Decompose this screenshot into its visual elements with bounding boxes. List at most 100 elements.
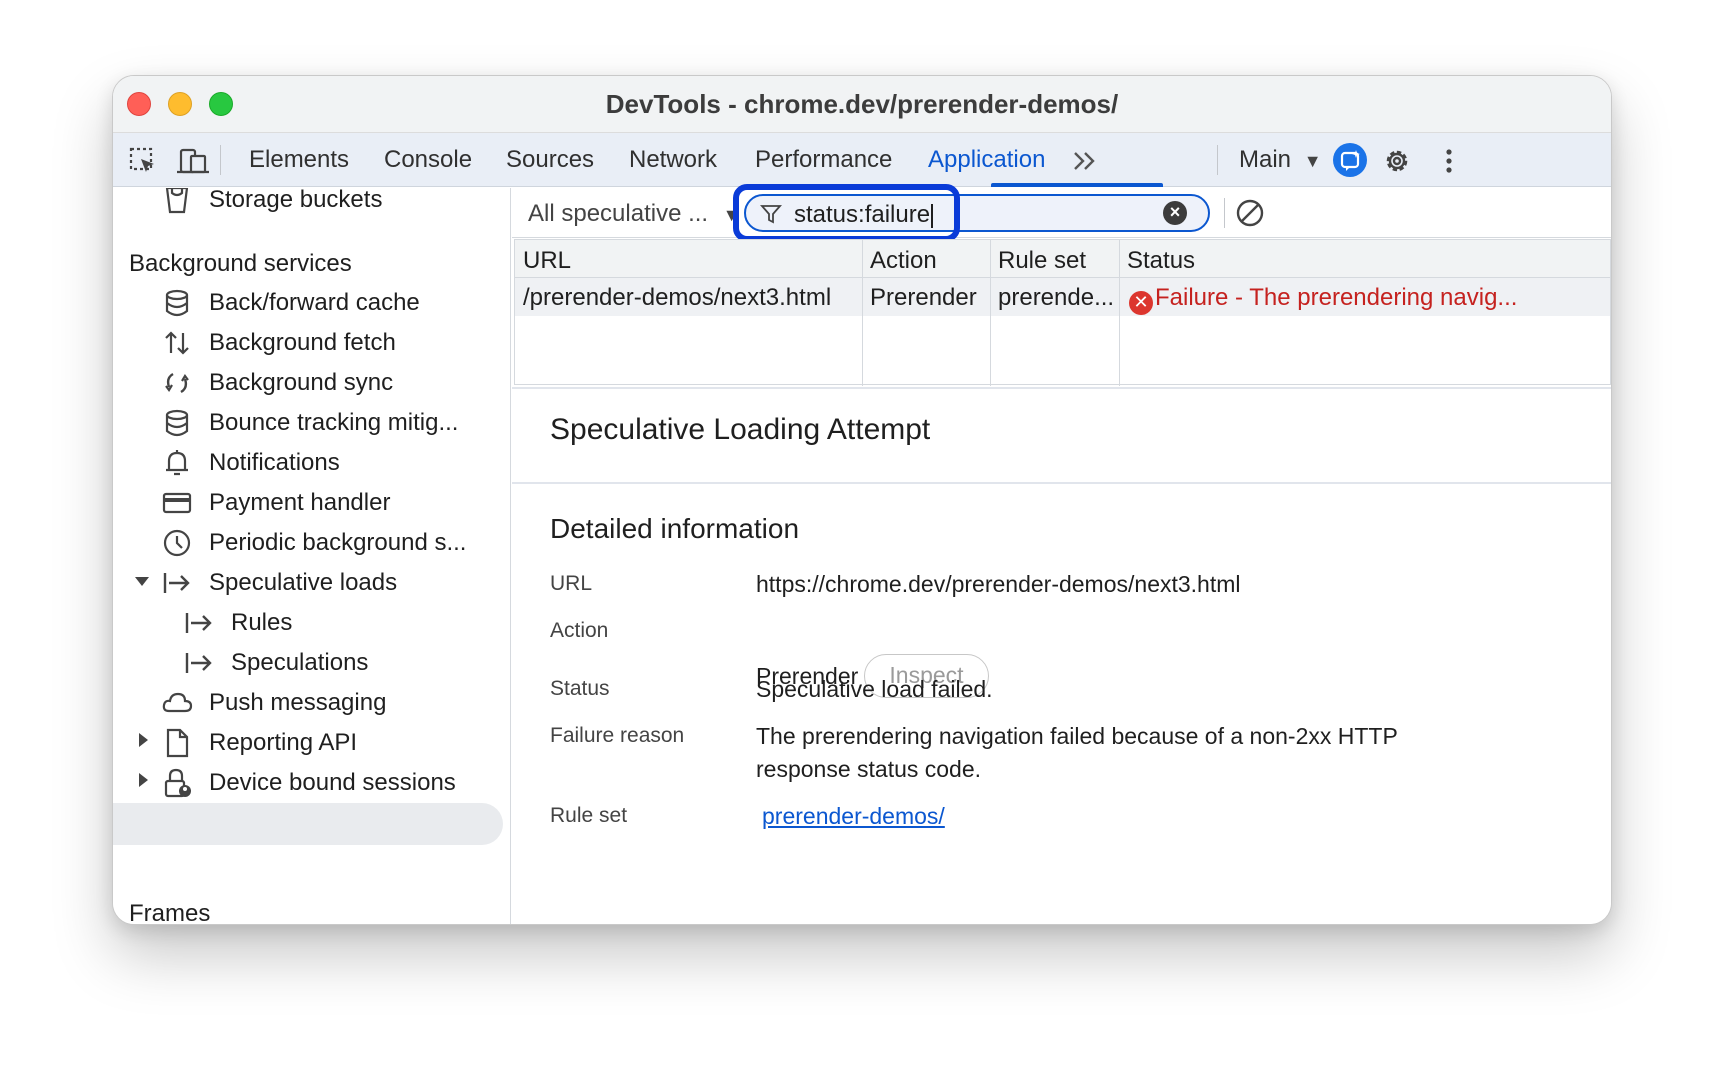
application-sidebar: Storage buckets Background services Back… [113, 188, 511, 924]
dropdown-label: All speculative ... [528, 200, 709, 227]
clear-all-block-icon[interactable] [1234, 197, 1266, 229]
toolbar-divider [1224, 198, 1225, 228]
column-header-action[interactable]: Action [870, 247, 937, 275]
filter-toolbar: All speculative ... ▼ status:failure × [512, 184, 1611, 242]
collapsed-caret-icon[interactable] [139, 773, 148, 787]
context-label: Main [1239, 146, 1292, 173]
sync-icon [165, 372, 189, 394]
sidebar-item-back-forward-cache[interactable]: Back/forward cache [161, 283, 501, 323]
sidebar-item-push-messaging[interactable]: Push messaging [161, 683, 501, 723]
sidebar-item-label: Device bound sessions [209, 769, 456, 796]
lock-icon [164, 768, 191, 798]
sidebar-item-label: Back/forward cache [209, 289, 420, 316]
background-services-heading: Background services [129, 250, 352, 277]
tab-network[interactable]: Network [629, 146, 717, 174]
more-options-icon[interactable] [1433, 145, 1465, 177]
cloud-icon [162, 692, 193, 713]
sidebar-item-reporting-api[interactable]: Reporting API [161, 723, 501, 763]
column-divider[interactable] [862, 240, 863, 386]
bucket-icon [165, 188, 189, 214]
database-icon [165, 289, 189, 317]
sidebar-item-speculations[interactable]: Speculations [183, 643, 501, 683]
status-label: Status [550, 677, 610, 700]
cell-rule-set: prerende... [998, 284, 1115, 311]
collapsed-caret-icon[interactable] [139, 733, 148, 747]
document-icon [166, 728, 189, 758]
cell-status: ✕ Failure - The prerendering navig... [1129, 284, 1609, 315]
gear-icon[interactable] [1381, 145, 1413, 177]
cell-action: Prerender [870, 284, 977, 311]
expanded-caret-icon[interactable] [135, 577, 149, 586]
tab-elements[interactable]: Elements [249, 146, 349, 174]
sidebar-item-background-sync[interactable]: Background sync [161, 363, 501, 403]
window-title: DevTools - chrome.dev/prerender-demos/ [605, 89, 1119, 119]
sidebar-item-rules[interactable]: Rules [183, 603, 501, 643]
sidebar-item-label: Speculations [231, 649, 369, 676]
cell-url: /prerender-demos/next3.html [523, 284, 832, 311]
toolbar-divider [220, 145, 221, 175]
column-header-status[interactable]: Status [1127, 247, 1195, 275]
chevron-down-icon: ▼ [1303, 151, 1322, 171]
inspect-element-icon[interactable] [127, 145, 159, 177]
tab-sources[interactable]: Sources [506, 146, 594, 174]
title-bar: DevTools - chrome.dev/prerender-demos/ [113, 76, 1611, 133]
arrow-right-bar-icon [163, 573, 190, 593]
sidebar-item-notifications[interactable]: Notifications [161, 443, 501, 483]
annotation-highlight [733, 184, 960, 242]
url-label: URL [550, 572, 593, 595]
speculation-type-dropdown[interactable]: All speculative ... ▼ [528, 200, 741, 228]
speculations-table: URL Action Rule set Status /prerender-de… [514, 239, 1611, 386]
toolbar-divider [1217, 145, 1218, 175]
selected-row-highlight [113, 803, 503, 845]
detail-section-title: Detailed information [550, 513, 800, 544]
table-row[interactable]: /prerender-demos/next3.html Prerender pr… [515, 278, 1610, 316]
tab-application[interactable]: Application [928, 146, 1045, 174]
sidebar-item-label: Periodic background s... [209, 529, 467, 556]
column-divider[interactable] [990, 240, 991, 386]
sidebar-item-label: Push messaging [209, 689, 387, 716]
column-header-rule-set[interactable]: Rule set [998, 247, 1086, 275]
detail-title: Speculative Loading Attempt [550, 413, 931, 446]
context-selector[interactable]: Main ▼ [1239, 146, 1322, 174]
clock-icon [163, 529, 191, 557]
device-toolbar-icon[interactable] [177, 145, 209, 177]
failure-reason-label: Failure reason [550, 724, 685, 747]
bell-icon [166, 450, 188, 476]
sidebar-item-bounce-tracking[interactable]: Bounce tracking mitig... [161, 403, 501, 443]
sidebar-item-background-fetch[interactable]: Background fetch [161, 323, 501, 363]
sidebar-item-payment-handler[interactable]: Payment handler [161, 483, 501, 523]
sidebar-item-label: Storage buckets [209, 188, 383, 213]
sidebar-item-speculative-loads[interactable]: Speculative loads [161, 563, 501, 603]
failure-reason-line-1: The prerendering navigation failed becau… [756, 723, 1398, 749]
devtools-window: DevTools - chrome.dev/prerender-demos/ E… [112, 75, 1612, 925]
more-tabs-icon[interactable] [1069, 145, 1101, 177]
sidebar-item-label: Rules [231, 609, 293, 636]
rule-set-link[interactable]: prerender-demos/ [762, 798, 945, 834]
panel-split-divider[interactable] [512, 387, 1611, 389]
panel-tab-bar: Elements Console Sources Network Perform… [113, 133, 1611, 187]
tab-performance[interactable]: Performance [755, 146, 892, 174]
column-header-url[interactable]: URL [523, 247, 571, 275]
sidebar-item-label: Speculative loads [209, 569, 398, 596]
url-value: https://chrome.dev/prerender-demos/next3… [756, 571, 1241, 597]
sidebar-item-label: Notifications [209, 449, 340, 476]
up-down-arrows-icon [165, 331, 189, 355]
sidebar-item-periodic-background-sync[interactable]: Periodic background s... [161, 523, 501, 563]
arrow-right-bar-icon [185, 613, 212, 633]
sidebar-item-storage-buckets[interactable]: Storage buckets [161, 188, 501, 220]
tab-console[interactable]: Console [384, 146, 472, 174]
column-divider[interactable] [1119, 240, 1120, 386]
sidebar-item-device-bound-sessions[interactable]: Device bound sessions [161, 763, 501, 803]
status-text: Failure - The prerendering navig... [1155, 284, 1518, 311]
database-icon [165, 409, 189, 437]
card-icon [162, 492, 192, 514]
ai-assistant-icon[interactable] [1333, 143, 1367, 177]
table-header: URL Action Rule set Status [515, 240, 1610, 278]
action-label: Action [550, 619, 609, 642]
status-value: Speculative load failed. [756, 676, 993, 702]
failure-reason-line-2: response status code. [756, 756, 982, 782]
error-icon: ✕ [1129, 291, 1153, 315]
clear-filter-icon[interactable]: × [1163, 201, 1187, 225]
speculations-panel: All speculative ... ▼ status:failure × U… [512, 184, 1611, 924]
sidebar-item-label: Payment handler [209, 489, 391, 516]
